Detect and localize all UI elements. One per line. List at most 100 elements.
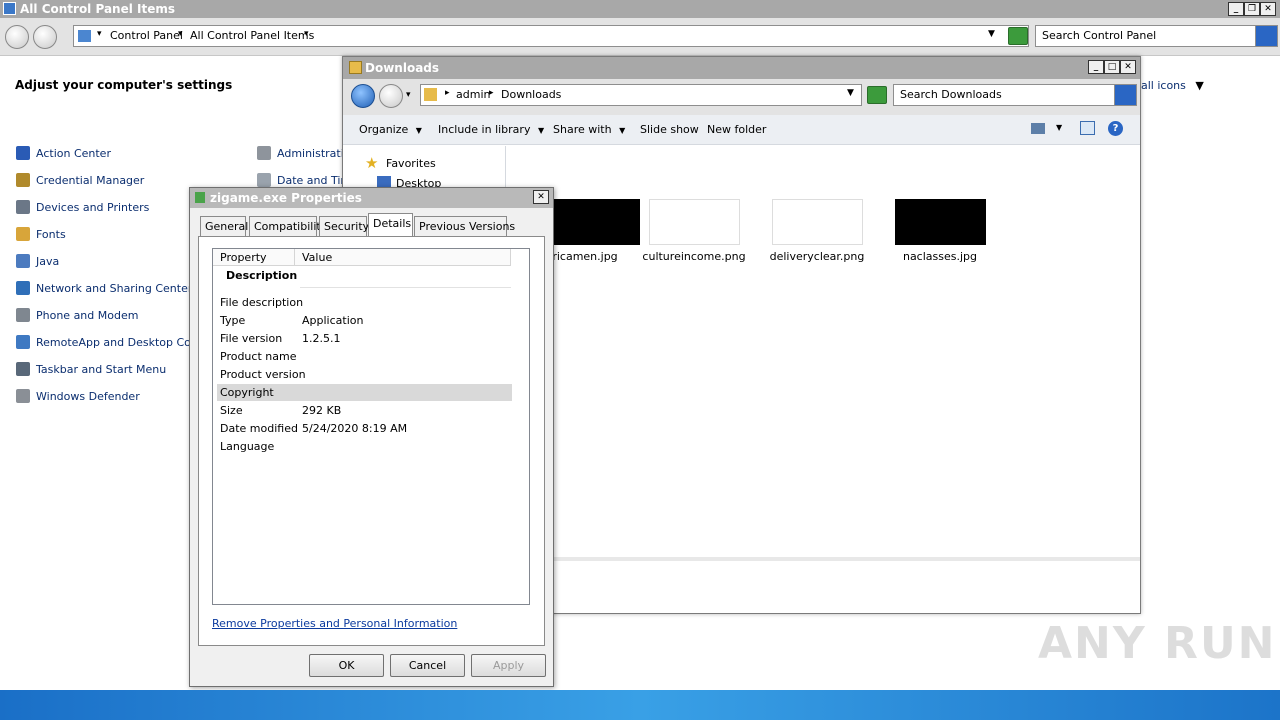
new-folder-button[interactable]: New folder [707, 123, 766, 136]
refresh-button[interactable] [1008, 27, 1028, 45]
nav-favorites[interactable]: Favorites [386, 157, 436, 170]
downloads-title-bar: Downloads _ □ ✕ [343, 57, 1140, 79]
column-header-value[interactable]: Value [295, 249, 511, 266]
phone-icon [16, 308, 30, 322]
close-button[interactable]: ✕ [1120, 60, 1136, 74]
cp-item-phone-modem[interactable]: Phone and Modem [16, 306, 138, 324]
maximize-button[interactable]: □ [1104, 60, 1120, 74]
preview-pane-icon[interactable] [1080, 121, 1095, 135]
tab-details[interactable]: Details [368, 213, 413, 237]
prop-file-version[interactable]: File version [220, 331, 282, 347]
search-icon[interactable] [1114, 85, 1136, 105]
include-library-button[interactable]: Include in library ▼ [438, 123, 544, 136]
forward-button[interactable] [33, 25, 57, 49]
breadcrumb-downloads[interactable]: Downloads [501, 88, 561, 101]
close-button[interactable]: ✕ [533, 190, 549, 204]
tab-compatibility[interactable]: Compatibility [249, 216, 327, 236]
cp-item-label: Action Center [36, 146, 111, 160]
java-icon [16, 254, 30, 268]
breadcrumb-sep-icon: ▾ [97, 29, 102, 39]
prop-product-version[interactable]: Product version [220, 367, 306, 383]
cp-item-label: Windows Defender [36, 389, 140, 403]
organize-button[interactable]: Organize ▼ [359, 123, 422, 136]
control-panel-icon [3, 2, 16, 15]
prop-language[interactable]: Language [220, 439, 274, 455]
taskbar-strip [0, 690, 1280, 720]
value-type: Application [302, 314, 364, 327]
folder-icon [349, 61, 362, 74]
downloads-address-bar[interactable]: ▸ admin ▸ Downloads ▼ [420, 84, 862, 106]
cancel-button[interactable]: Cancel [390, 654, 465, 677]
prop-date-modified[interactable]: Date modified [220, 421, 298, 437]
breadcrumb-admin[interactable]: admin [456, 88, 490, 101]
control-panel-small-icon [78, 30, 91, 42]
properties-title: zigame.exe Properties [210, 191, 362, 205]
restore-button[interactable]: ❐ [1244, 2, 1260, 16]
view-options-icon[interactable] [1031, 123, 1045, 134]
cp-item-label: Taskbar and Start Menu [36, 362, 167, 376]
ok-button[interactable]: OK [309, 654, 384, 677]
cp-item-label: Network and Sharing Center [36, 281, 193, 295]
prop-size[interactable]: Size [220, 403, 243, 419]
chevron-down-icon[interactable]: ▼ [1056, 123, 1062, 132]
prop-copyright[interactable]: Copyright [220, 385, 274, 401]
prop-type[interactable]: Type [220, 313, 245, 329]
cp-item-action-center[interactable]: Action Center [16, 144, 111, 162]
cp-item-taskbar-start[interactable]: Taskbar and Start Menu [16, 360, 166, 378]
search-icon[interactable] [1255, 26, 1277, 46]
prop-product-name[interactable]: Product name [220, 349, 296, 365]
remove-properties-link[interactable]: Remove Properties and Personal Informati… [212, 617, 457, 630]
view-by-dropdown[interactable]: all icons ▼ [1141, 79, 1204, 92]
apply-button[interactable]: Apply [471, 654, 546, 677]
file-thumb-deliveryclear[interactable] [772, 199, 863, 245]
prop-file-description[interactable]: File description [220, 295, 303, 311]
main-window-title: All Control Panel Items [20, 2, 176, 16]
content-bottom-rule [553, 557, 1140, 561]
cp-item-java[interactable]: Java [16, 252, 59, 270]
network-icon [16, 281, 30, 295]
downloads-search-input[interactable]: Search Downloads [893, 84, 1137, 106]
refresh-button[interactable] [867, 86, 887, 104]
cp-item-fonts[interactable]: Fonts [16, 225, 66, 243]
downloads-window-title: Downloads [365, 61, 440, 75]
breadcrumb-control-panel[interactable]: Control Panel [110, 29, 183, 42]
main-search-placeholder: Search Control Panel [1042, 29, 1157, 42]
main-title-bar: All Control Panel Items _ ❐ ✕ [0, 0, 1280, 18]
chevron-down-icon: ▼ [537, 126, 545, 135]
breadcrumb-all-items[interactable]: All Control Panel Items [190, 29, 314, 42]
forward-button[interactable] [379, 84, 403, 108]
column-header-property[interactable]: Property [213, 249, 295, 266]
address-dropdown-icon[interactable]: ▼ [988, 29, 995, 39]
back-button[interactable] [5, 25, 29, 49]
main-address-bar[interactable]: ▾ Control Panel ▾ All Control Panel Item… [73, 25, 1029, 47]
slide-show-button[interactable]: Slide show [640, 123, 699, 136]
file-name-naclasses[interactable]: naclasses.jpg [885, 250, 995, 263]
file-thumb-cultureincome[interactable] [649, 199, 740, 245]
cp-item-remoteapp[interactable]: RemoteApp and Desktop Conne [16, 333, 212, 351]
file-name-deliveryclear[interactable]: deliveryclear.png [762, 250, 872, 263]
fonts-folder-icon [16, 227, 30, 241]
minimize-button[interactable]: _ [1228, 2, 1244, 16]
close-button[interactable]: ✕ [1260, 2, 1276, 16]
recent-pages-icon[interactable]: ▾ [406, 90, 411, 100]
help-icon[interactable]: ? [1108, 121, 1123, 136]
tab-previous-versions[interactable]: Previous Versions [414, 216, 515, 236]
cp-item-windows-defender[interactable]: Windows Defender [16, 387, 140, 405]
file-name-cultureincome[interactable]: cultureincome.png [639, 250, 749, 263]
cp-item-label: Credential Manager [36, 173, 145, 187]
remoteapp-icon [16, 335, 30, 349]
cp-item-network-sharing[interactable]: Network and Sharing Center [16, 279, 192, 297]
file-thumb-naclasses[interactable] [895, 199, 986, 245]
tab-general[interactable]: General [200, 216, 248, 236]
tab-security[interactable]: Security [319, 216, 369, 236]
back-button[interactable] [351, 84, 375, 108]
address-dropdown-icon[interactable]: ▼ [847, 88, 854, 98]
share-with-button[interactable]: Share with ▼ [553, 123, 625, 136]
folder-small-icon [424, 88, 437, 101]
app-icon [195, 192, 205, 203]
file-thumb-ricamen[interactable] [549, 199, 640, 245]
main-search-input[interactable]: Search Control Panel [1035, 25, 1278, 47]
cp-item-devices-printers[interactable]: Devices and Printers [16, 198, 149, 216]
minimize-button[interactable]: _ [1088, 60, 1104, 74]
cp-item-credential-manager[interactable]: Credential Manager [16, 171, 144, 189]
